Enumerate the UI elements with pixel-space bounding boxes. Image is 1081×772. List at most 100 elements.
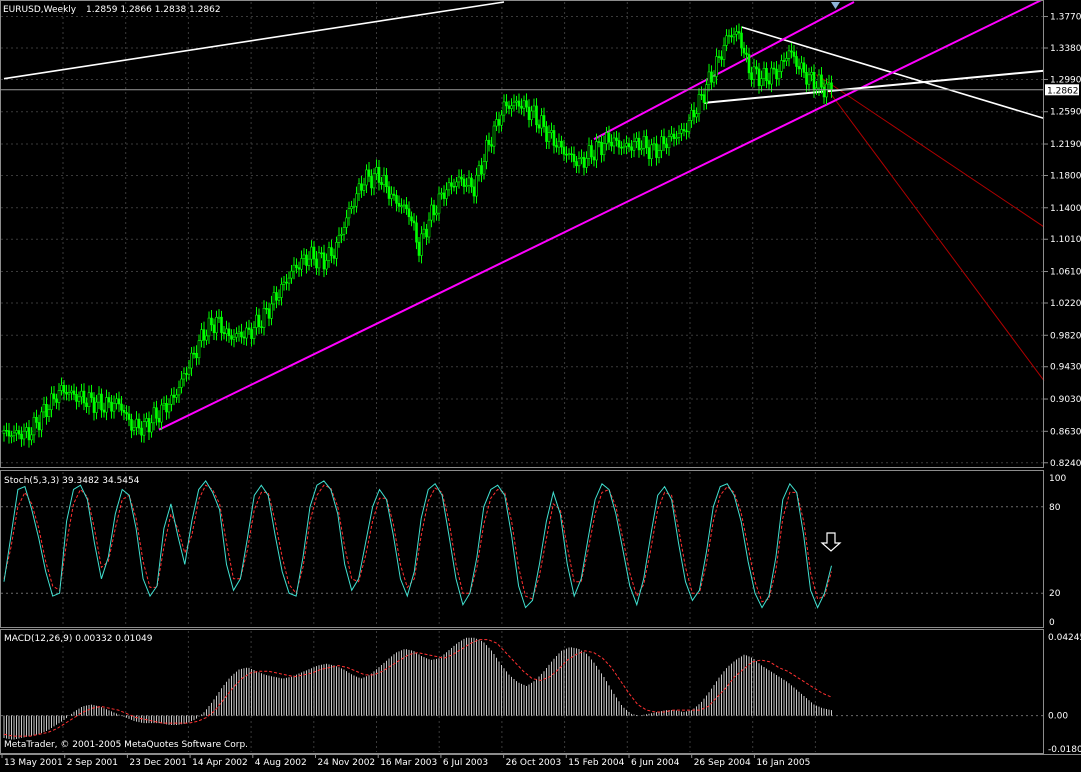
candle-body: [572, 154, 576, 162]
candle-body: [755, 66, 758, 70]
macd-tick-label: -0.0180: [1048, 745, 1081, 755]
candle-body: [150, 422, 153, 433]
candle-body: [90, 392, 93, 398]
candle-body: [5, 430, 8, 432]
candle-body: [215, 317, 218, 334]
price-tick-label: 1.1800: [1050, 171, 1081, 181]
candle-body: [212, 324, 216, 334]
candle-body: [20, 433, 23, 440]
candle-body: [152, 407, 156, 424]
candle-body: [420, 233, 423, 256]
candle-body: [622, 145, 626, 149]
candle-body: [137, 418, 141, 429]
price-tick-label: 1.0610: [1050, 268, 1081, 278]
candle-body: [40, 411, 43, 431]
candle-body: [417, 241, 421, 256]
candle-body: [802, 62, 806, 73]
candle-body: [775, 68, 778, 80]
candle-body: [412, 220, 416, 224]
candle-body: [480, 165, 483, 175]
candle-body: [375, 166, 378, 175]
candle-body: [577, 158, 581, 167]
candle-body: [407, 208, 411, 218]
candle-body: [405, 204, 408, 210]
candle-body: [50, 393, 53, 410]
candle-body: [667, 136, 671, 149]
price-tick-label: 1.2990: [1050, 75, 1081, 85]
candle-body: [625, 143, 628, 147]
candle-body: [140, 427, 143, 436]
candle-body: [10, 435, 13, 438]
candle-body: [365, 169, 368, 186]
price-tick-label: 0.8240: [1050, 459, 1081, 469]
candle-body: [70, 390, 73, 393]
candle-body: [735, 31, 738, 35]
candle-body: [450, 182, 453, 187]
time-tick-label: 2 Sep 2001: [67, 758, 118, 768]
candle-body: [785, 58, 788, 62]
candle-body: [227, 328, 231, 337]
candle-body: [57, 390, 61, 403]
price-tick-label: 0.9430: [1050, 363, 1081, 373]
candle-body: [47, 409, 51, 417]
candle-body: [437, 193, 441, 214]
chart-svg[interactable]: 1.3770 1.3380 1.2990 1.2590 1.2190 1.1800 1.14…: [0, 0, 1081, 768]
candle-body: [367, 169, 371, 177]
candle-body: [795, 56, 798, 67]
candle-body: [630, 146, 633, 151]
candle-body: [562, 146, 566, 155]
candle-body: [225, 328, 228, 335]
candle-body: [297, 267, 301, 270]
time-tick-label: 4 Aug 2002: [255, 758, 307, 768]
candle-body: [647, 147, 651, 159]
candle-body: [312, 246, 316, 260]
candle-body: [267, 308, 271, 319]
candle-body: [7, 430, 11, 437]
candle-body: [540, 115, 543, 129]
copyright-label: MetaTrader, © 2001-2005 MetaQuotes Softw…: [4, 740, 248, 750]
current-price-label: 1.2862: [1047, 86, 1079, 96]
candle-body: [447, 182, 451, 191]
candle-body: [395, 195, 398, 204]
candle-body: [102, 409, 106, 413]
candle-body: [80, 390, 83, 398]
candle-body: [30, 434, 33, 441]
candle-body: [725, 35, 728, 46]
candle-body: [520, 105, 523, 109]
candle-body: [730, 35, 733, 38]
candle-body: [260, 326, 263, 328]
candle-body: [25, 427, 28, 432]
candle-body: [662, 136, 666, 145]
candle-body: [742, 47, 746, 54]
candle-body: [257, 314, 261, 327]
candle-body: [560, 140, 563, 148]
price-tick-label: 1.0220: [1050, 299, 1081, 309]
candle-body: [790, 50, 793, 53]
candle-body: [205, 335, 208, 341]
candle-body: [555, 145, 558, 148]
candle-body: [690, 109, 693, 121]
candle-body: [812, 72, 816, 91]
candle-body: [457, 176, 461, 183]
candle-body: [585, 158, 588, 168]
candle-body: [485, 139, 488, 162]
candle-body: [222, 332, 226, 335]
candle-body: [435, 212, 438, 216]
symbol-label: EURUSD,Weekly: [3, 5, 77, 15]
candle-body: [277, 297, 281, 301]
candle-body: [315, 258, 318, 269]
candle-body: [465, 185, 468, 187]
candle-body: [317, 252, 321, 269]
candle-body: [182, 373, 186, 380]
candle-body: [392, 193, 396, 196]
candle-body: [55, 398, 58, 403]
candle-body: [357, 183, 361, 195]
candle-body: [200, 329, 203, 341]
candle-body: [180, 378, 183, 388]
candle-body: [382, 175, 386, 185]
candle-body: [830, 82, 833, 91]
time-tick-label: 16 Jan 2005: [756, 758, 810, 768]
candle-body: [525, 100, 528, 108]
candle-body: [247, 327, 251, 330]
candle-body: [280, 284, 283, 298]
